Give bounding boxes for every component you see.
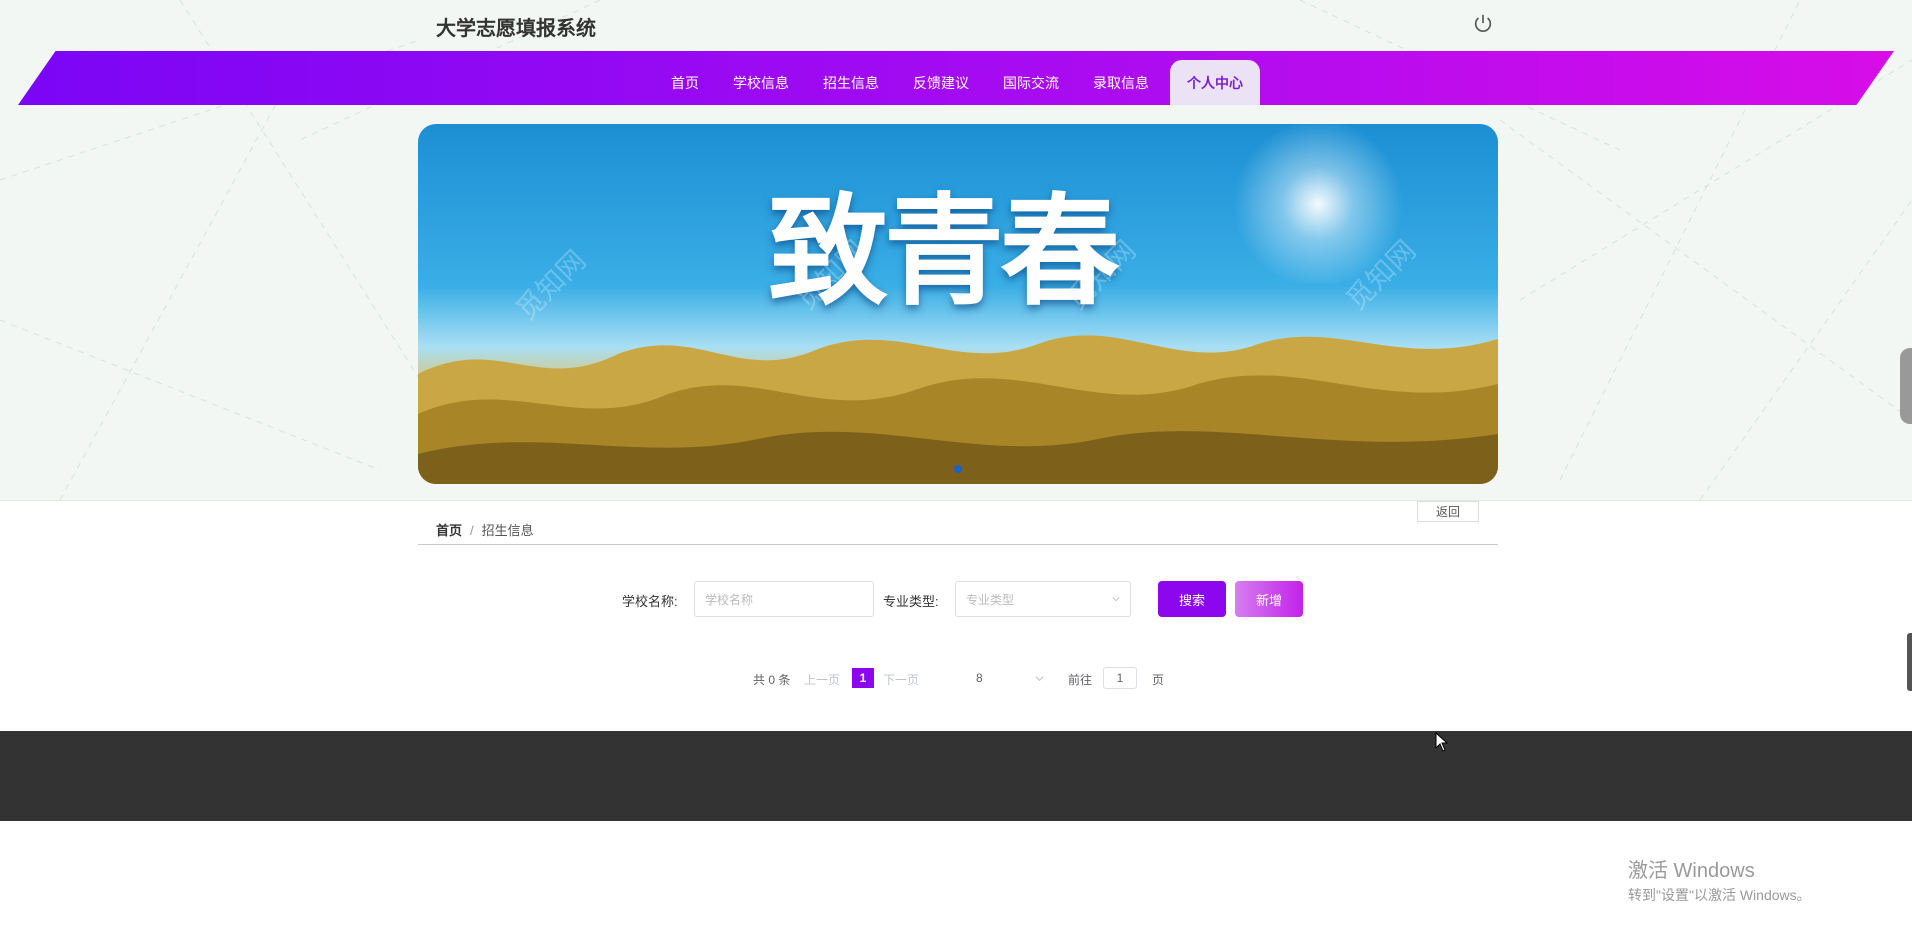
nav-item-feedback[interactable]: 反馈建议 [896,60,986,105]
carousel-indicator[interactable] [954,465,962,473]
pagination-total: 共 0 条 [753,673,791,687]
nav-item-admission-info[interactable]: 招生信息 [806,60,896,105]
side-drawer-handle[interactable] [1900,348,1912,424]
banner-carousel[interactable]: 致青春 觅知网 觅知网 觅知网 觅知网 [418,124,1498,484]
nav-item-school-info[interactable]: 学校信息 [716,60,806,105]
power-icon[interactable] [1472,12,1494,36]
breadcrumb-home[interactable]: 首页 [436,523,462,538]
main-nav: 首页 学校信息 招生信息 反馈建议 国际交流 录取信息 个人中心 [654,60,1260,105]
nav-item-personal-center[interactable]: 个人中心 [1170,60,1260,105]
pagination: 共 0 条 上一页 1 下一页 8 前往 1 页 [0,666,1912,690]
back-button[interactable]: 返回 [1417,501,1479,522]
mouse-cursor-icon [1435,732,1449,752]
header: 大学志愿填报系统 [0,0,1912,50]
breadcrumb-separator: / [470,523,474,538]
nav-item-home[interactable]: 首页 [654,60,716,105]
breadcrumb-current: 招生信息 [481,523,534,538]
school-name-input[interactable]: 学校名称 [694,581,874,617]
page-size-value: 8 [976,671,983,685]
page-size-select[interactable]: 8 [961,666,1051,690]
pagination-page-unit: 页 [1152,673,1165,687]
school-name-label: 学校名称: [622,594,678,609]
pagination-next[interactable]: 下一页 [883,671,919,688]
nav-item-enrollment[interactable]: 录取信息 [1076,60,1166,105]
breadcrumb-divider [418,544,1498,545]
major-type-placeholder: 专业类型 [966,592,1015,607]
breadcrumb: 首页 / 招生信息 [436,520,534,539]
side-scroll-handle[interactable] [1907,633,1912,691]
footer [0,731,1912,821]
activation-title: 激活 Windows [1628,860,1755,882]
activation-subtitle: 转到"设置"以激活 Windows。 [1628,887,1811,903]
major-type-select[interactable]: 专业类型 [955,581,1131,617]
search-form: 学校名称: 学校名称 专业类型: 专业类型 搜索 新增 [0,580,1912,618]
nav-item-international[interactable]: 国际交流 [986,60,1076,105]
content-divider [0,500,1912,501]
pagination-page-current[interactable]: 1 [852,668,874,688]
pagination-goto-input[interactable]: 1 [1103,667,1137,689]
banner-wheat-field [418,335,1498,484]
search-button[interactable]: 搜索 [1158,581,1226,617]
windows-activation-notice: 激活 Windows 转到"设置"以激活 Windows。 [1628,854,1811,905]
site-title: 大学志愿填报系统 [436,18,596,40]
chevron-down-icon [1035,676,1044,682]
add-button[interactable]: 新增 [1235,581,1303,617]
pagination-prev[interactable]: 上一页 [804,671,840,688]
major-type-label: 专业类型: [883,594,939,609]
chevron-down-icon [1112,597,1120,602]
pagination-goto-label: 前往 [1068,673,1093,687]
